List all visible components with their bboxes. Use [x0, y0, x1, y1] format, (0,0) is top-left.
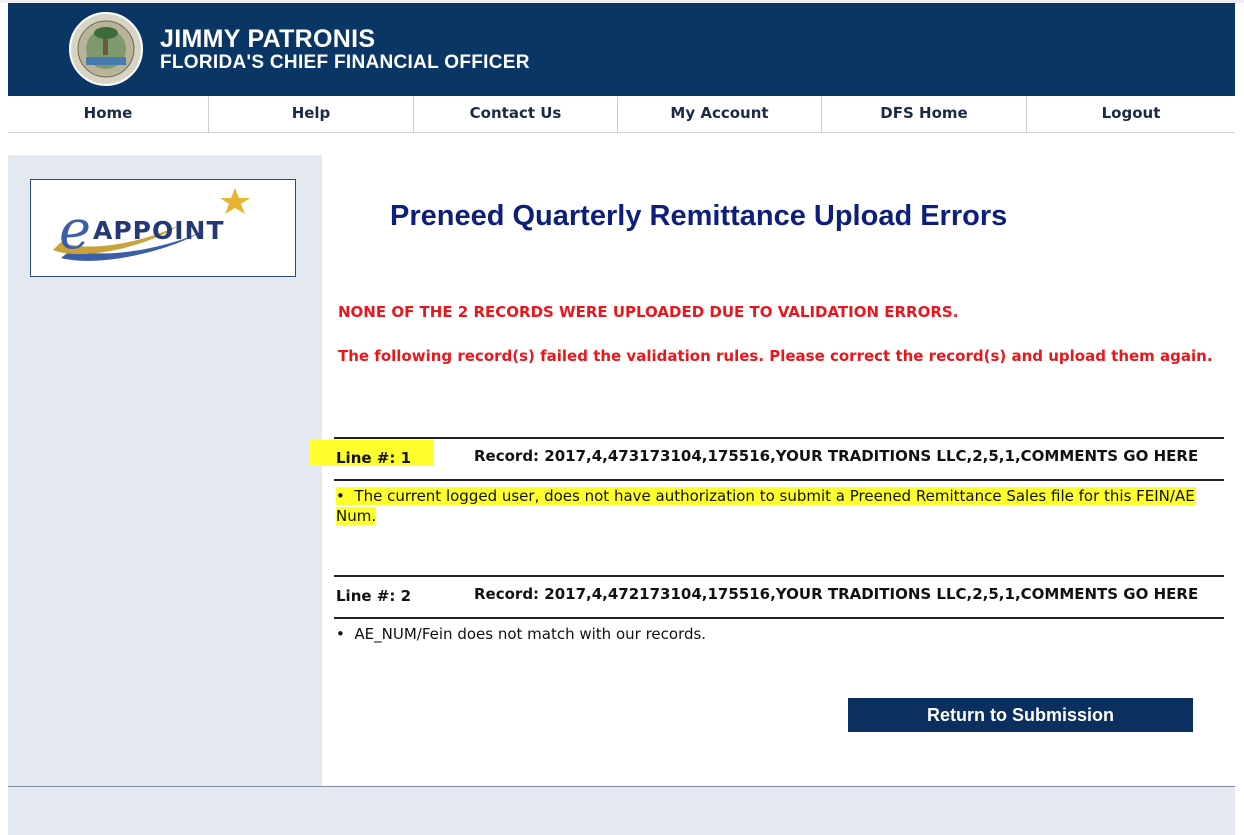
nav-contact-us[interactable]: Contact Us: [414, 96, 618, 132]
bullet-icon: •: [336, 625, 345, 643]
sidebar: e APPOINT: [8, 155, 322, 786]
nav-dfs-home[interactable]: DFS Home: [822, 96, 1027, 132]
record-header: Line #: 2 Record: 2017,4,472173104,17551…: [334, 575, 1224, 619]
message-text: The current logged user, does not have a…: [336, 487, 1195, 525]
page-title: Preneed Quarterly Remittance Upload Erro…: [390, 200, 1008, 232]
official-name: JIMMY PATRONIS: [160, 25, 376, 53]
record-error-message: • AE_NUM/Fein does not match with our re…: [334, 619, 1224, 644]
error-summary: NONE OF THE 2 RECORDS WERE UPLOADED DUE …: [338, 303, 959, 321]
svg-text:e: e: [59, 198, 91, 261]
highlighted-text: • The current logged user, does not have…: [336, 487, 1195, 525]
logo-text: APPOINT: [93, 216, 225, 245]
record-error-message: • The current logged user, does not have…: [334, 481, 1224, 526]
official-title: FLORIDA'S CHIEF FINANCIAL OFFICER: [160, 52, 530, 73]
nav-home[interactable]: Home: [8, 96, 209, 132]
nav-logout[interactable]: Logout: [1027, 96, 1235, 132]
nav-my-account[interactable]: My Account: [618, 96, 822, 132]
error-detail: The following record(s) failed the valid…: [338, 347, 1213, 365]
record-header: Line #: 1 Record: 2017,4,473173104,17551…: [334, 437, 1224, 481]
nav-help[interactable]: Help: [209, 96, 414, 132]
line-number: Line #: 2: [336, 587, 411, 605]
state-seal-icon: [69, 12, 143, 86]
record-value: Record: 2017,4,473173104,175516,YOUR TRA…: [474, 447, 1199, 465]
message-text: AE_NUM/Fein does not match with our reco…: [354, 625, 707, 643]
return-to-submission-button[interactable]: Return to Submission: [848, 698, 1193, 732]
bullet-icon: •: [336, 487, 345, 505]
record-value: Record: 2017,4,472173104,175516,YOUR TRA…: [474, 585, 1199, 603]
record-row: Line #: 2 Record: 2017,4,472173104,17551…: [334, 575, 1224, 644]
line-number: Line #: 1: [336, 449, 411, 467]
eappoint-logo[interactable]: e APPOINT: [30, 179, 296, 277]
record-row: Line #: 1 Record: 2017,4,473173104,17551…: [334, 437, 1224, 526]
main-nav: Home Help Contact Us My Account DFS Home…: [8, 96, 1235, 133]
footer: [8, 786, 1235, 835]
site-header: JIMMY PATRONIS FLORIDA'S CHIEF FINANCIAL…: [8, 3, 1235, 96]
